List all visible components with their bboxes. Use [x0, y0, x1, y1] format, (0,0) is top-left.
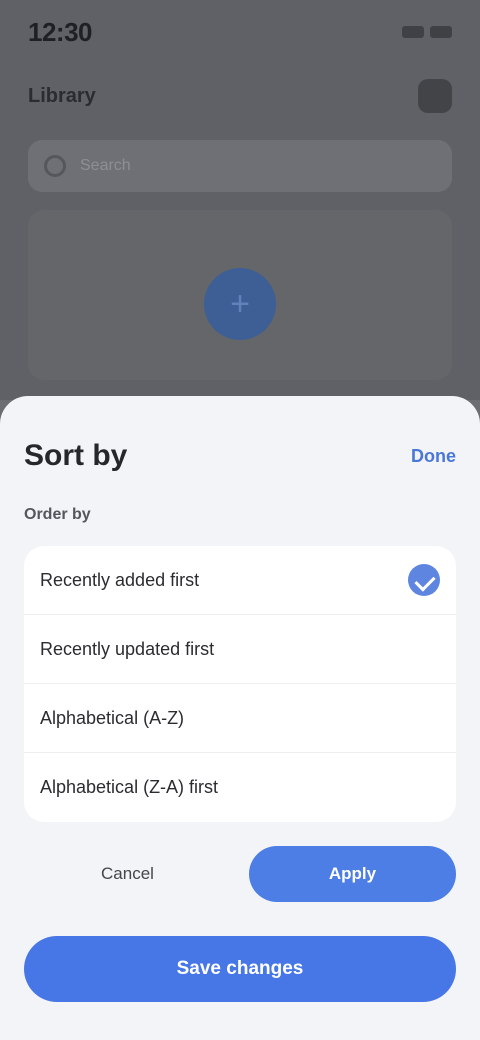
menu-icon: [418, 79, 452, 113]
background-app: 12:30 Library Search +: [0, 0, 480, 400]
status-icons: [402, 26, 452, 38]
apply-button[interactable]: Apply: [249, 846, 456, 902]
status-time: 12:30: [28, 16, 93, 47]
radio-unchecked-icon[interactable]: [408, 702, 440, 734]
search-icon: [44, 155, 66, 177]
sheet-title: Sort by: [24, 439, 128, 472]
sort-option[interactable]: Alphabetical (A-Z): [24, 684, 456, 753]
sort-option[interactable]: Recently updated first: [24, 615, 456, 684]
radio-unchecked-icon[interactable]: [408, 633, 440, 665]
background-search: Search: [28, 140, 452, 192]
battery-icon: [430, 26, 452, 38]
radio-unchecked-icon[interactable]: [408, 772, 440, 804]
add-button: +: [204, 268, 276, 340]
done-button[interactable]: Done: [411, 446, 456, 467]
plus-icon: +: [230, 284, 250, 323]
cancel-button[interactable]: Cancel: [24, 846, 231, 902]
save-button[interactable]: Save changes: [24, 936, 456, 1002]
sort-option-label: Recently updated first: [40, 638, 215, 659]
sort-option[interactable]: Alphabetical (Z-A) first: [24, 753, 456, 822]
signal-icon: [402, 26, 424, 38]
sheet-header: Sort by Done: [24, 432, 456, 480]
bottom-sheet: Sort by Done Order by Recently added fir…: [0, 396, 480, 1040]
search-placeholder: Search: [80, 157, 131, 174]
radio-checked-icon[interactable]: [408, 564, 440, 596]
background-header: Library: [28, 76, 452, 116]
status-bar: 12:30: [28, 14, 452, 50]
sort-option-label: Recently added first: [40, 569, 200, 590]
background-title: Library: [28, 84, 96, 107]
sort-options-list: Recently added first Recently updated fi…: [24, 546, 456, 822]
sort-option-label: Alphabetical (A-Z): [40, 707, 185, 728]
button-row: Cancel Apply: [24, 846, 456, 902]
section-label: Order by: [24, 506, 91, 523]
sort-option-label: Alphabetical (Z-A) first: [40, 777, 219, 797]
sort-option[interactable]: Recently added first: [24, 546, 456, 615]
